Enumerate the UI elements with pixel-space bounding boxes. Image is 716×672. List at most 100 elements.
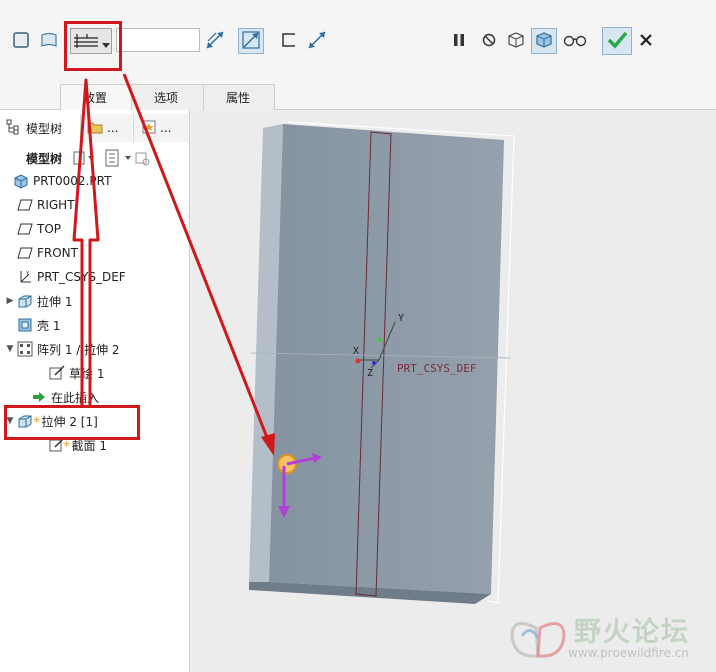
tree-columns-button[interactable] xyxy=(134,150,150,166)
tree-item-extrude-2[interactable]: ▼ ✳ 拉伸 2 [1] xyxy=(0,410,190,432)
collapse-arrow-icon[interactable]: ▼ xyxy=(4,344,16,354)
new-feature-star-icon: ✳ xyxy=(63,440,71,450)
model-tree-label: 模型树 xyxy=(26,151,63,166)
tab-model-tree[interactable]: 模型树 xyxy=(6,114,80,142)
depth-value-input[interactable] xyxy=(116,28,200,52)
solid-icon xyxy=(11,30,31,53)
tab-model-tree-label: 模型树 xyxy=(26,121,63,136)
tree-item-right[interactable]: RIGHT xyxy=(0,194,190,216)
tree-settings-button[interactable] xyxy=(72,150,95,166)
new-feature-star-icon: ✳ xyxy=(33,416,41,426)
tree-item-label: PRT_CSYS_DEF xyxy=(37,270,126,284)
part-icon xyxy=(12,173,30,189)
tree-item-label: 在此插入 xyxy=(51,390,100,405)
tree-settings-icon xyxy=(73,151,95,165)
datum-plane-icon xyxy=(16,221,34,237)
pattern-icon xyxy=(16,341,34,357)
tree-item-label: 截面 1 xyxy=(71,438,107,453)
tree-item-section-1[interactable]: ✳ 截面 1 xyxy=(0,434,190,456)
tree-item-part[interactable]: PRT0002.PRT xyxy=(0,170,190,192)
extrude-dashboard: 放置 选项 属性 xyxy=(0,0,716,110)
checkmark-icon xyxy=(606,30,628,53)
tree-item-insert-here[interactable]: 在此插入 xyxy=(0,386,190,408)
model-graphics: X Y Z PRT_CSYS_DEF xyxy=(249,121,515,604)
tree-item-sketch-1[interactable]: 草绘 1 xyxy=(0,362,190,384)
folder-icon xyxy=(87,120,103,137)
tab-options[interactable]: 选项 xyxy=(131,84,204,110)
separate-preview-icon xyxy=(505,30,527,53)
collapse-arrow-icon[interactable]: ▼ xyxy=(4,416,16,426)
extrude-icon xyxy=(16,413,34,429)
part-front-face xyxy=(269,124,504,594)
datum-plane-icon xyxy=(16,245,34,261)
attached-preview-icon xyxy=(533,30,555,53)
ok-button[interactable] xyxy=(602,27,632,55)
tree-item-top[interactable]: TOP xyxy=(0,218,190,240)
tree-item-label: PRT0002.PRT xyxy=(33,174,112,188)
chevron-down-icon xyxy=(102,38,110,52)
pause-icon xyxy=(451,32,467,51)
tree-item-label: 拉伸 1 xyxy=(37,294,73,309)
separate-preview-button[interactable] xyxy=(503,28,529,54)
shell-icon xyxy=(16,317,34,333)
verify-preview-button[interactable] xyxy=(562,28,588,54)
favorites-icon xyxy=(142,120,156,137)
tab-folder-label: ... xyxy=(107,121,119,135)
tab-folder-browser[interactable]: ... xyxy=(80,114,132,142)
tab-favorites-label: ... xyxy=(160,121,172,135)
glasses-icon xyxy=(563,32,587,51)
thicken-icon xyxy=(279,30,299,53)
model-tree-icon xyxy=(6,119,20,138)
tree-item-label: 阵列 1 / 拉伸 2 xyxy=(37,342,120,357)
tree-filter-button[interactable] xyxy=(104,149,132,167)
tree-item-shell-1[interactable]: 壳 1 xyxy=(0,314,190,336)
flip-arrow-icon xyxy=(204,29,226,54)
tree-item-front[interactable]: FRONT xyxy=(0,242,190,264)
csys-icon: Y xyxy=(16,269,34,285)
surface-icon xyxy=(39,30,59,53)
graphics-viewport[interactable]: X Y Z PRT_CSYS_DEF xyxy=(191,110,716,672)
flip-material-side-button[interactable] xyxy=(304,28,330,54)
tree-item-pattern-1[interactable]: ▼ 阵列 1 / 拉伸 2 xyxy=(0,338,190,360)
tab-favorites[interactable]: ... xyxy=(133,114,189,142)
dashboard-tabs: 放置 选项 属性 xyxy=(60,84,275,110)
axis-y-label: Y xyxy=(398,313,404,324)
axis-x-label: X xyxy=(353,346,359,357)
tab-placement[interactable]: 放置 xyxy=(60,84,132,110)
remove-material-button[interactable] xyxy=(238,28,264,54)
solid-button[interactable] xyxy=(8,28,34,54)
surface-button[interactable] xyxy=(36,28,62,54)
insert-arrow-icon xyxy=(30,389,48,405)
expand-arrow-icon[interactable]: ▶ xyxy=(4,296,16,306)
tree-item-label: FRONT xyxy=(37,246,78,260)
tree-item-csys[interactable]: Y PRT_CSYS_DEF xyxy=(0,266,190,288)
extrude-icon xyxy=(16,293,34,309)
thicken-sketch-button[interactable] xyxy=(276,28,302,54)
symmetric-depth-icon xyxy=(74,32,100,53)
pause-button[interactable] xyxy=(446,28,472,54)
tab-properties[interactable]: 属性 xyxy=(203,84,275,110)
cancel-button[interactable] xyxy=(633,28,659,54)
axis-z-label: Z xyxy=(367,368,373,379)
tree-columns-icon xyxy=(135,152,150,166)
flip-direction-button[interactable] xyxy=(202,28,228,54)
svg-text:Y: Y xyxy=(25,271,30,277)
flip-side-icon xyxy=(306,29,328,54)
attached-preview-button[interactable] xyxy=(531,28,557,54)
datum-plane-icon xyxy=(16,197,34,213)
depth-option-dropdown[interactable] xyxy=(70,28,112,54)
sketch-icon xyxy=(48,365,66,381)
navigator-panel: 模型树 ... ... 模型树 PRT0002.PRT RIGHT TOP FR… xyxy=(0,110,190,672)
no-preview-icon xyxy=(481,32,497,51)
tree-filter-icon xyxy=(105,149,132,167)
model-tree-toolbar: 模型树 xyxy=(0,144,190,172)
tree-item-label: 草绘 1 xyxy=(69,366,105,381)
remove-material-icon xyxy=(241,30,261,53)
no-preview-button[interactable] xyxy=(476,28,502,54)
tree-item-label: TOP xyxy=(37,222,62,236)
csys-name-label: PRT_CSYS_DEF xyxy=(397,362,476,375)
close-icon xyxy=(639,33,653,50)
tree-item-extrude-1[interactable]: ▶ 拉伸 1 xyxy=(0,290,190,312)
tree-item-label: 拉伸 2 [1] xyxy=(41,414,98,429)
tree-item-label: RIGHT xyxy=(37,198,75,212)
